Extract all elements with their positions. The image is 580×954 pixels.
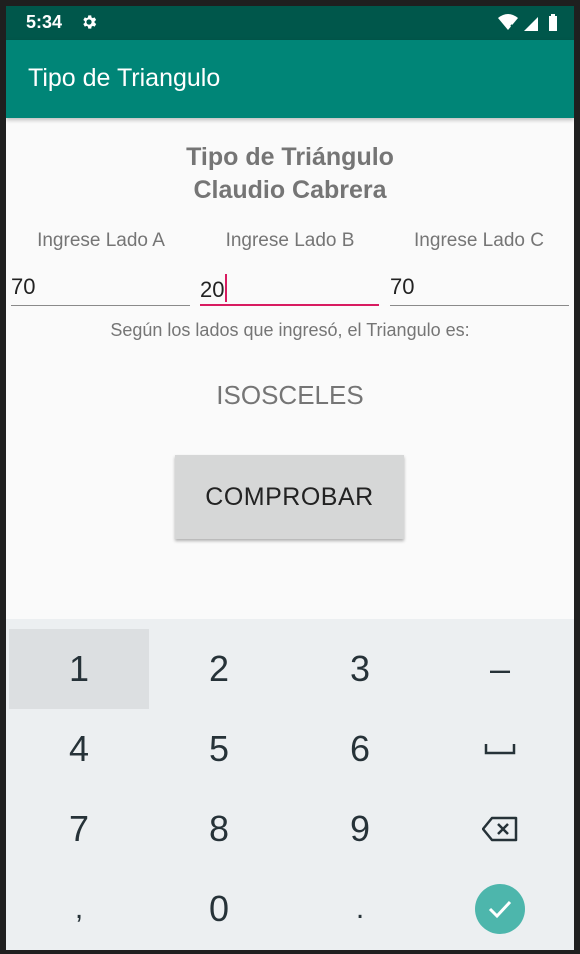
key-period[interactable]: . — [290, 869, 430, 949]
lado-a-input[interactable]: 70 — [11, 268, 190, 306]
label-lado-a: Ingrese Lado A — [37, 230, 165, 251]
key-space[interactable] — [430, 709, 570, 789]
numeric-keyboard: 1 2 3 – 4 5 6 7 8 9 , 0 . — [6, 619, 574, 950]
key-comma[interactable]: , — [9, 869, 149, 949]
label-lado-c: Ingrese Lado C — [414, 230, 544, 251]
status-bar: 5:34 — [6, 6, 574, 40]
lado-b-value: 20 — [200, 277, 225, 302]
key-2[interactable]: 2 — [149, 629, 289, 709]
result-label: Según los lados que ingresó, el Triangul… — [110, 320, 470, 340]
key-7[interactable]: 7 — [9, 789, 149, 869]
page-title: Tipo de Triángulo — [186, 143, 394, 171]
status-time: 5:34 — [26, 12, 63, 32]
key-minus[interactable]: – — [430, 629, 570, 709]
comprobar-button[interactable]: COMPROBAR — [175, 455, 404, 539]
space-icon — [484, 744, 516, 755]
label-lado-b: Ingrese Lado B — [225, 230, 355, 251]
key-9[interactable]: 9 — [290, 789, 430, 869]
lado-b-input[interactable]: 20 — [200, 268, 379, 306]
key-backspace[interactable] — [430, 789, 570, 869]
author-name: Claudio Cabrera — [193, 176, 387, 204]
key-5[interactable]: 5 — [149, 709, 289, 789]
status-icons — [498, 14, 557, 31]
phone-screen: 5:34 Tipo de Triangulo Tipo de Triángulo… — [6, 6, 574, 950]
cell-signal-icon — [524, 17, 538, 31]
result-value: ISOSCELES — [216, 380, 364, 410]
key-3[interactable]: 3 — [290, 629, 430, 709]
check-icon — [488, 900, 512, 919]
key-1[interactable]: 1 — [9, 629, 149, 709]
lado-a-value: 70 — [11, 274, 36, 299]
key-6[interactable]: 6 — [290, 709, 430, 789]
app-title: Tipo de Triangulo — [28, 64, 221, 92]
app-bar: Tipo de Triangulo — [6, 40, 574, 118]
key-4[interactable]: 4 — [9, 709, 149, 789]
key-done[interactable] — [430, 869, 570, 949]
text-cursor — [225, 274, 228, 302]
backspace-icon — [482, 816, 518, 842]
lado-c-value: 70 — [390, 274, 415, 299]
settings-gear-icon — [83, 15, 97, 29]
done-button-circle — [475, 884, 525, 934]
battery-icon — [549, 14, 557, 31]
key-8[interactable]: 8 — [149, 789, 289, 869]
key-0[interactable]: 0 — [149, 869, 289, 949]
lado-c-input[interactable]: 70 — [390, 268, 569, 306]
wifi-icon — [498, 14, 518, 31]
